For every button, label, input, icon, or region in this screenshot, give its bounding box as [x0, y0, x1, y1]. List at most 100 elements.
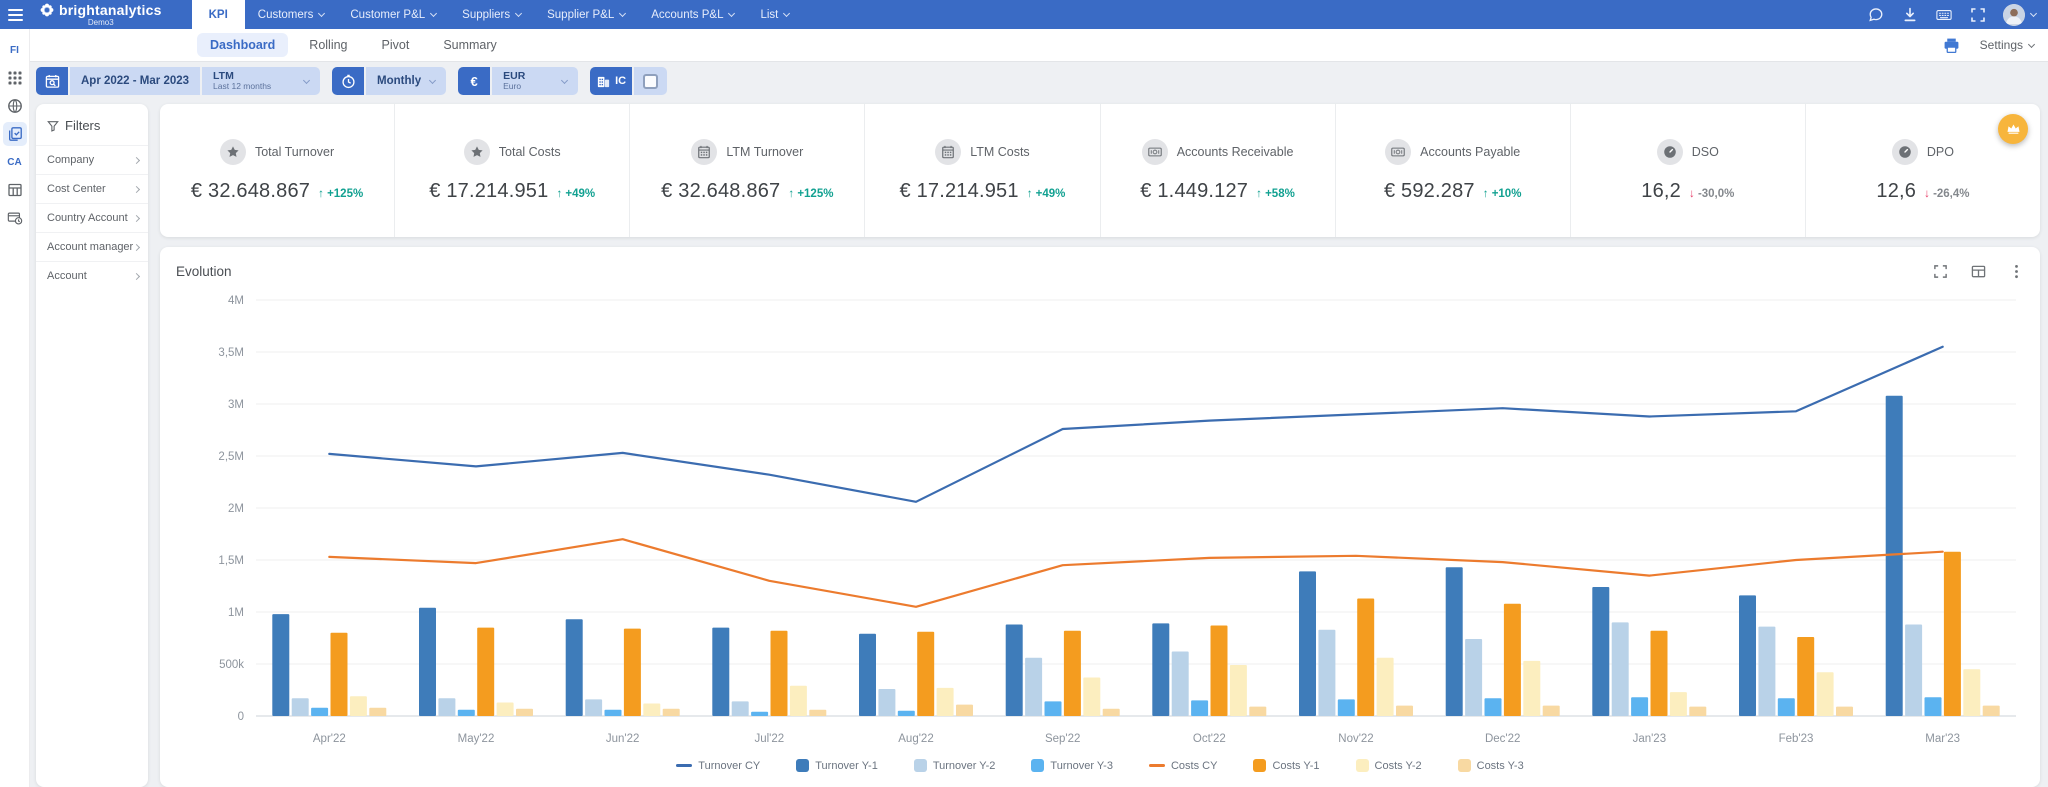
nav-item-supplier-p-l[interactable]: Supplier P&L	[534, 0, 638, 29]
payments-icon[interactable]	[3, 206, 27, 230]
menu-hamburger-icon[interactable]	[0, 0, 30, 29]
nav-item-customers[interactable]: Customers	[245, 0, 338, 29]
ledger-icon[interactable]	[3, 178, 27, 202]
kpi-card-ltm-costs[interactable]: LTM Costs€ 17.214.951↑ +49%	[865, 104, 1100, 237]
expand-icon[interactable]	[1932, 263, 1948, 279]
download-icon[interactable]	[1901, 6, 1919, 24]
evolution-chart: 0500k1M1,5M2M2,5M3M3,5M4MApr'22May'22Jun…	[176, 283, 2024, 753]
arrow-up-icon: ↑	[1483, 188, 1492, 200]
intercompany-checkbox-pill[interactable]	[634, 67, 667, 95]
kpi-label: LTM Turnover	[726, 145, 803, 159]
table-icon[interactable]	[1970, 263, 1986, 279]
more-icon[interactable]	[2008, 263, 2024, 279]
calendar-icon	[691, 139, 717, 165]
rail-item-workspace-ca[interactable]: CA	[3, 150, 27, 174]
svg-text:2,5M: 2,5M	[218, 451, 244, 463]
globe-icon[interactable]	[3, 94, 27, 118]
filter-row-company[interactable]: Company	[36, 145, 148, 174]
user-menu[interactable]	[2003, 4, 2036, 26]
currency-dropdown[interactable]: EUR Euro	[492, 67, 578, 95]
arrow-up-icon: ↑	[788, 188, 797, 200]
kpi-label: DPO	[1927, 145, 1954, 159]
kpi-card-accounts-receivable[interactable]: Accounts Receivable€ 1.449.127↑ +58%	[1101, 104, 1336, 237]
nav-item-accounts-p-l[interactable]: Accounts P&L	[638, 0, 747, 29]
filter-row-account[interactable]: Account	[36, 261, 148, 290]
chevron-right-icon	[133, 243, 140, 250]
kpi-card-accounts-payable[interactable]: Accounts Payable€ 592.287↑ +10%	[1336, 104, 1571, 237]
kpi-header: LTM Costs	[935, 139, 1030, 165]
legend-item-costs-y-1[interactable]: Costs Y-1	[1253, 759, 1319, 772]
kpi-header: DPO	[1892, 139, 1954, 165]
intercompany-button[interactable]: IC	[590, 67, 632, 95]
main-nav: KPI CustomersCustomer P&LSuppliersSupplie…	[192, 0, 803, 29]
kpi-delta-value: +10%	[1492, 188, 1522, 200]
kpi-card-total-turnover[interactable]: Total Turnover€ 32.648.867↑ +125%	[160, 104, 395, 237]
legend-item-costs-y-2[interactable]: Costs Y-2	[1356, 759, 1422, 772]
kpi-delta: ↑ +10%	[1483, 188, 1522, 200]
intercompany-label: IC	[615, 75, 626, 87]
nav-item-suppliers[interactable]: Suppliers	[449, 0, 534, 29]
kpi-card-ltm-turnover[interactable]: LTM Turnover€ 32.648.867↑ +125%	[630, 104, 865, 237]
kpi-delta: ↑ +125%	[318, 188, 363, 200]
nav-item-label: Accounts P&L	[651, 9, 723, 21]
clock-icon[interactable]	[332, 67, 364, 95]
legend-item-turnover-y-3[interactable]: Turnover Y-3	[1031, 759, 1113, 772]
legend-item-turnover-y-2[interactable]: Turnover Y-2	[914, 759, 996, 772]
period-type-dropdown[interactable]: LTM Last 12 months	[202, 67, 320, 95]
tab-pivot[interactable]: Pivot	[369, 33, 423, 57]
tab-dashboard[interactable]: Dashboard	[197, 33, 288, 57]
legend-item-costs-cy[interactable]: Costs CY	[1149, 759, 1217, 772]
legend-label: Costs Y-2	[1375, 760, 1422, 772]
kpi-card-row: Total Turnover€ 32.648.867↑ +125%Total C…	[160, 104, 2040, 237]
kpi-delta: ↓ -30,0%	[1689, 188, 1734, 200]
dashboard-tabs: Dashboard Rolling Pivot Summary	[197, 33, 518, 57]
chevron-right-icon	[133, 272, 140, 279]
premium-crown-button[interactable]	[1998, 114, 2028, 144]
tab-rolling[interactable]: Rolling	[296, 33, 360, 57]
intercompany-checkbox[interactable]	[643, 74, 658, 89]
nav-item-list[interactable]: List	[747, 0, 802, 29]
legend-item-costs-y-3[interactable]: Costs Y-3	[1458, 759, 1524, 772]
nav-item-customer-p-l[interactable]: Customer P&L	[337, 0, 449, 29]
tab-summary[interactable]: Summary	[430, 33, 509, 57]
nav-item-kpi[interactable]: KPI	[192, 0, 245, 29]
svg-text:3,5M: 3,5M	[218, 347, 244, 359]
chat-icon[interactable]	[1867, 6, 1885, 24]
currency-selector-group: € EUR Euro	[458, 67, 578, 95]
euro-icon[interactable]: €	[458, 67, 490, 95]
period-type-value: LTM	[213, 71, 271, 81]
brand-logo[interactable]: brightanalytics Demo3	[40, 0, 162, 29]
print-icon[interactable]	[1943, 37, 1960, 54]
filter-row-account-manager[interactable]: Account manager	[36, 232, 148, 261]
topbar-actions	[1867, 0, 2048, 29]
top-navigation-bar: brightanalytics Demo3 KPI CustomersCustom…	[0, 0, 2048, 29]
apps-grid-icon[interactable]	[3, 66, 27, 90]
svg-text:500k: 500k	[219, 659, 244, 671]
date-range-button[interactable]: Apr 2022 - Mar 2023	[70, 67, 200, 95]
filter-row-country-account[interactable]: Country Account	[36, 203, 148, 232]
rail-item-workspace-fi[interactable]: FI	[3, 38, 27, 62]
filters-panel: Filters CompanyCost CenterCountry Accoun…	[36, 104, 148, 787]
fullscreen-icon[interactable]	[1969, 6, 1987, 24]
svg-text:Jul'22: Jul'22	[754, 733, 784, 745]
filter-label: Account manager	[47, 241, 133, 253]
settings-menu[interactable]: Settings	[1980, 38, 2034, 52]
chevron-down-icon	[728, 10, 735, 17]
reports-icon[interactable]	[3, 122, 27, 146]
keyboard-icon[interactable]	[1935, 6, 1953, 24]
kpi-card-dso[interactable]: DSO16,2↓ -30,0%	[1571, 104, 1806, 237]
svg-text:Dec'22: Dec'22	[1485, 733, 1520, 745]
brand-name: brightanalytics	[59, 2, 162, 18]
banknote-icon	[1385, 139, 1411, 165]
arrow-down-icon: ↓	[1924, 188, 1933, 200]
period-type-sub: Last 12 months	[213, 81, 271, 91]
calendar-search-icon[interactable]	[36, 67, 68, 95]
legend-item-turnover-y-1[interactable]: Turnover Y-1	[796, 759, 878, 772]
kpi-card-total-costs[interactable]: Total Costs€ 17.214.951↑ +49%	[395, 104, 630, 237]
legend-item-turnover-cy[interactable]: Turnover CY	[676, 759, 760, 772]
star-icon	[464, 139, 490, 165]
filter-row-cost-center[interactable]: Cost Center	[36, 174, 148, 203]
nav-item-label: KPI	[209, 9, 228, 21]
chevron-down-icon	[303, 76, 310, 83]
frequency-dropdown[interactable]: Monthly	[366, 67, 446, 95]
